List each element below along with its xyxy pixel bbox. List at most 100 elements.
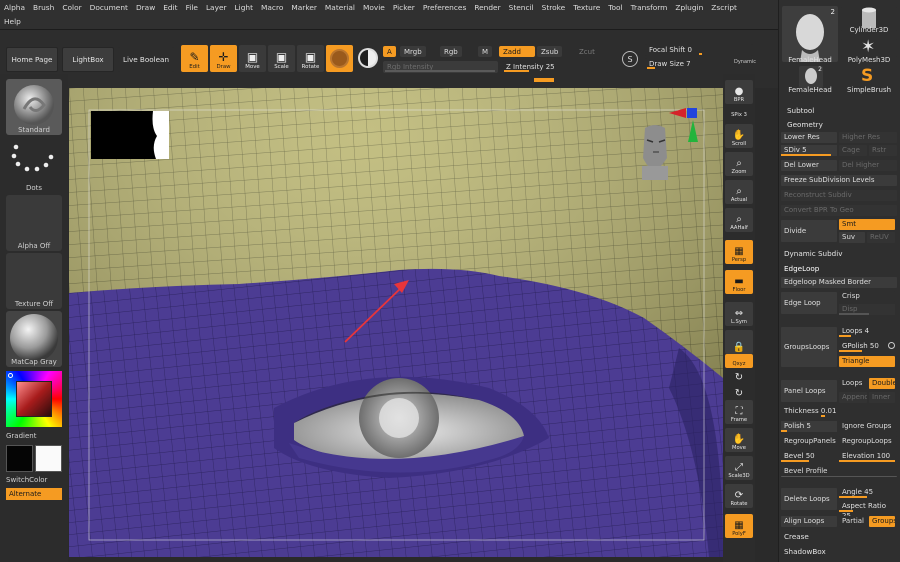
focal-shift-slider[interactable]: Focal Shift 0 <box>645 44 753 56</box>
simplebrush-thumb[interactable]: S <box>855 66 879 88</box>
menu-item-transform[interactable]: Transform <box>631 3 668 12</box>
crisp-toggle[interactable]: Crisp <box>839 291 895 302</box>
regroup-loops-button[interactable]: RegroupLoops <box>839 436 897 447</box>
sdiv-slider[interactable]: SDiv 5 <box>781 145 837 156</box>
scroll-button[interactable]: ✋ Scroll <box>725 124 753 148</box>
canvas-viewport[interactable] <box>69 88 723 557</box>
zoom-button[interactable]: ⌕ Zoom <box>725 152 753 176</box>
zsub-button[interactable]: Zsub <box>537 46 563 57</box>
frame-button[interactable]: ⛶ Frame <box>725 400 753 424</box>
suv-toggle[interactable]: Suv <box>839 232 865 243</box>
menu-item-color[interactable]: Color <box>62 3 81 12</box>
main-color-swatch[interactable] <box>6 445 33 472</box>
edgeloop-header[interactable]: EdgeLoop <box>784 264 819 273</box>
menu-item-brush[interactable]: Brush <box>33 3 54 12</box>
inner-button[interactable]: Inner <box>869 392 895 403</box>
menu-item-draw[interactable]: Draw <box>136 3 155 12</box>
menu-item-preferences[interactable]: Preferences <box>423 3 466 12</box>
menu-item-tool[interactable]: Tool <box>608 3 622 12</box>
loops-slider[interactable]: Loops 4 <box>839 326 895 337</box>
rotate-z-button[interactable]: ↻ <box>725 386 753 400</box>
polymesh-thumb[interactable]: ✶ <box>841 38 897 58</box>
align-loops-button[interactable]: Align Loops <box>781 516 837 527</box>
a-toggle[interactable]: A <box>383 46 396 57</box>
menu-item-help[interactable]: Help <box>4 17 21 26</box>
rgb-button[interactable]: Rgb <box>440 46 462 57</box>
color-picker[interactable] <box>6 371 62 427</box>
regroup-panels-button[interactable]: RegroupPanels <box>781 436 837 447</box>
edge-loop-button[interactable]: Edge Loop <box>781 292 837 314</box>
freeze-subdiv-button[interactable]: Freeze SubDivision Levels <box>781 175 897 186</box>
bevel-slider[interactable]: Bevel 50 <box>781 451 837 462</box>
edgeloop-masked-border-button[interactable]: Edgeloop Masked Border <box>781 277 897 288</box>
floor-button[interactable]: ▬ Floor <box>725 270 753 294</box>
gpolish-circle-icon[interactable] <box>888 342 895 349</box>
female-head-small-thumb[interactable]: 2 <box>799 66 823 88</box>
menu-item-material[interactable]: Material <box>325 3 355 12</box>
thickness-slider[interactable]: Thickness 0.01 <box>781 406 895 417</box>
sculpt-canvas[interactable] <box>69 88 723 557</box>
menu-item-layer[interactable]: Layer <box>206 3 227 12</box>
rstr-button[interactable]: Rstr <box>869 145 897 156</box>
menu-item-document[interactable]: Document <box>90 3 128 12</box>
panel-loops-button[interactable]: Panel Loops <box>781 380 837 402</box>
gradient-label[interactable]: Gradient <box>6 432 62 440</box>
groupsloops-button[interactable]: GroupsLoops <box>781 327 837 367</box>
ignore-groups-toggle[interactable]: Ignore Groups <box>839 421 897 432</box>
rotate-tool-button[interactable]: ▣ Rotate <box>297 45 324 72</box>
smt-toggle[interactable]: Smt <box>839 219 895 230</box>
menu-item-stencil[interactable]: Stencil <box>509 3 534 12</box>
zcut-button[interactable]: Zcut <box>575 46 599 57</box>
lightbox-button[interactable]: LightBox <box>62 47 114 72</box>
aahalf-button[interactable]: ⌕ AAHalf <box>725 208 753 232</box>
bevel-profile-button[interactable]: Bevel Profile <box>781 466 897 477</box>
zadd-button[interactable]: Zadd <box>499 46 535 57</box>
rotate-y-button[interactable]: ↻ <box>725 370 753 384</box>
live-boolean-button[interactable]: Live Boolean <box>118 47 174 72</box>
menu-item-stroke[interactable]: Stroke <box>542 3 566 12</box>
move-view-button[interactable]: ✋ Move <box>725 428 753 452</box>
switchcolor-button[interactable]: SwitchColor <box>6 476 62 484</box>
append-button[interactable]: Append <box>839 392 867 403</box>
actual-button[interactable]: ⌕ Actual <box>725 180 753 204</box>
z-axis-icon[interactable] <box>687 108 697 118</box>
dynamic-label[interactable]: Dynamic <box>734 59 756 65</box>
triangle-toggle[interactable]: Triangle <box>839 356 895 367</box>
crease-header[interactable]: Crease <box>784 532 809 541</box>
menu-item-file[interactable]: File <box>186 3 198 12</box>
geometry-header[interactable]: Geometry <box>787 120 823 129</box>
menu-item-marker[interactable]: Marker <box>291 3 317 12</box>
divide-button[interactable]: Divide <box>781 220 837 242</box>
move-tool-button[interactable]: ▣ Move <box>239 45 266 72</box>
female-head-thumb[interactable]: 2 <box>782 6 838 62</box>
scale3d-button[interactable]: ⤢ Scale3D <box>725 456 753 480</box>
groups-toggle[interactable]: Groups <box>869 516 895 527</box>
spix-button[interactable]: SPix 3 <box>725 107 753 119</box>
double-toggle[interactable]: Double <box>869 378 895 389</box>
gpolish-slider[interactable]: GPolish 50 <box>839 341 885 352</box>
z-intensity-slider[interactable]: Z Intensity 25 <box>502 61 608 73</box>
edit-tool-button[interactable]: ✎ Edit <box>181 45 208 72</box>
disp-slider[interactable]: Disp <box>839 304 895 315</box>
orientation-head-icon[interactable] <box>642 125 668 180</box>
xyz-button[interactable]: Qxyz <box>725 354 753 368</box>
polyframe-button[interactable]: ▦ PolyF <box>725 514 753 538</box>
reconstruct-subdiv-button[interactable]: Reconstruct Subdiv <box>781 190 897 201</box>
draw-tool-button[interactable]: ✛ Draw <box>210 45 237 72</box>
yin-yang-icon[interactable] <box>358 48 378 68</box>
material-swatch[interactable] <box>326 45 353 72</box>
menu-item-light[interactable]: Light <box>235 3 253 12</box>
menu-item-texture[interactable]: Texture <box>573 3 600 12</box>
bpr-button[interactable]: ● BPR <box>725 80 753 104</box>
persp-button[interactable]: ▦ Persp <box>725 240 753 264</box>
home-page-button[interactable]: Home Page <box>6 47 58 72</box>
rotate-view-button[interactable]: ⟳ Rotate <box>725 484 753 508</box>
scale-tool-button[interactable]: ▣ Scale <box>268 45 295 72</box>
cage-button[interactable]: Cage <box>839 145 867 156</box>
menu-item-edit[interactable]: Edit <box>163 3 177 12</box>
angle-slider[interactable]: Angle 45 <box>839 487 895 498</box>
higher-res-button[interactable]: Higher Res <box>839 132 897 143</box>
shadowbox-header[interactable]: ShadowBox <box>784 547 826 556</box>
menu-item-zscript[interactable]: Zscript <box>711 3 737 12</box>
convert-bpr-button[interactable]: Convert BPR To Geo <box>781 205 897 216</box>
